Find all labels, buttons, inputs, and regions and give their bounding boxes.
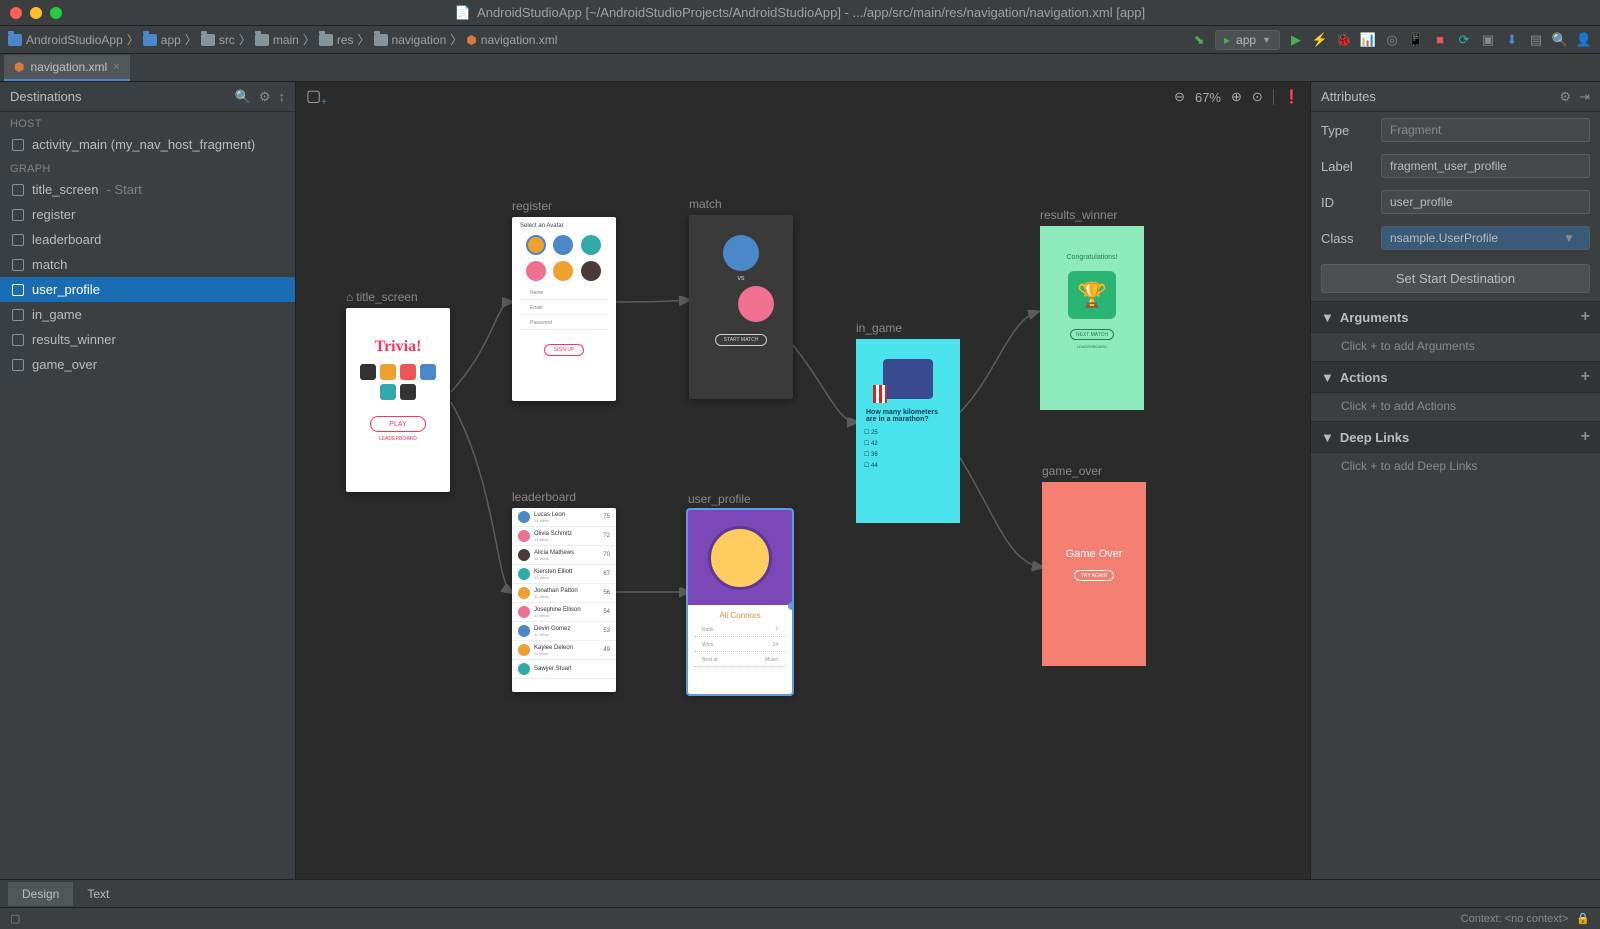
destination-item-results_winner[interactable]: results_winner (0, 327, 295, 352)
class-dropdown[interactable]: nsample.UserProfile▼ (1381, 226, 1590, 250)
deeplinks-section[interactable]: ▼Deep Links+ (1311, 421, 1600, 453)
breadcrumb: AndroidStudioApp〉 app〉 src〉 main〉 res〉 n… (8, 31, 557, 48)
chevron-down-icon: ▼ (1321, 310, 1334, 325)
destination-item-in_game[interactable]: in_game (0, 302, 295, 327)
set-start-destination-button[interactable]: Set Start Destination (1321, 264, 1590, 293)
sort-icon[interactable]: ↕ (279, 89, 286, 105)
stop-icon[interactable]: ■ (1432, 32, 1448, 48)
sync-icon[interactable]: ⟳ (1456, 32, 1472, 48)
run-configuration-dropdown[interactable]: ▸app▼ (1215, 30, 1280, 50)
crumb-main[interactable]: main (255, 33, 299, 47)
type-label: Type (1321, 123, 1371, 138)
chevron-down-icon: ▼ (1321, 370, 1334, 385)
close-tab-icon[interactable]: × (113, 61, 119, 73)
crumb-res[interactable]: res (319, 33, 354, 47)
editor-tabs: ⬢navigation.xml× (0, 54, 1600, 82)
search-destinations-icon[interactable]: 🔍 (235, 89, 251, 105)
attributes-title: Attributes (1321, 89, 1376, 104)
add-destination-icon[interactable]: ▢+ (306, 86, 327, 108)
search-icon[interactable]: 🔍 (1552, 32, 1568, 48)
design-tab[interactable]: Design (8, 882, 73, 906)
destination-item-title_screen[interactable]: title_screen - Start (0, 177, 295, 202)
action-handle[interactable] (788, 602, 792, 610)
destination-item-register[interactable]: register (0, 202, 295, 227)
attach-debugger-icon[interactable]: ◎ (1384, 32, 1400, 48)
navigation-canvas[interactable]: ▢+ ⊖ 67% ⊕ ⊙ ❗ ⌂title_screen (296, 82, 1310, 879)
graph-section-label: GRAPH (0, 157, 295, 177)
crumb-project[interactable]: AndroidStudioApp (8, 33, 123, 47)
avd-manager-icon[interactable]: ▣ (1480, 32, 1496, 48)
node-leaderboard[interactable]: leaderboard Lucas Leon14 Wins75Olivia Sc… (512, 490, 616, 692)
node-register[interactable]: register Select an Avatar Name Email Pas… (512, 199, 616, 401)
zoom-out-icon[interactable]: ⊖ (1174, 89, 1185, 105)
destinations-panel: Destinations 🔍 ⚙ ↕ HOST activity_main (m… (0, 82, 296, 879)
debug-icon[interactable]: 🐞 (1336, 32, 1352, 48)
attributes-collapse-icon[interactable]: ⇥ (1579, 89, 1590, 105)
statusbar: ▢ Context: <no context> 🔒 (0, 907, 1600, 929)
warnings-icon[interactable]: ❗ (1284, 89, 1300, 105)
titlebar: 📄 AndroidStudioApp [~/AndroidStudioProje… (0, 0, 1600, 26)
add-action-icon[interactable]: + (1581, 368, 1590, 386)
editor-view-tabs: Design Text (0, 879, 1600, 907)
profiler-icon[interactable]: 📊 (1360, 32, 1376, 48)
arguments-section[interactable]: ▼Arguments+ (1311, 301, 1600, 333)
zoom-in-icon[interactable]: ⊕ (1231, 89, 1242, 105)
build-icon[interactable]: ⬊ (1191, 32, 1207, 48)
id-field[interactable] (1381, 190, 1590, 214)
type-field: Fragment (1381, 118, 1590, 142)
host-item[interactable]: activity_main (my_nav_host_fragment) (0, 132, 295, 157)
destination-item-user_profile[interactable]: user_profile (0, 277, 295, 302)
zoom-fit-icon[interactable]: ⊙ (1252, 89, 1263, 105)
structure-icon[interactable]: ▤ (1528, 32, 1544, 48)
destinations-title: Destinations (10, 89, 82, 104)
destination-item-match[interactable]: match (0, 252, 295, 277)
tool-window-icon[interactable]: ▢ (10, 912, 20, 925)
window-title: 📄 AndroidStudioApp [~/AndroidStudioProje… (455, 5, 1145, 21)
destination-item-leaderboard[interactable]: leaderboard (0, 227, 295, 252)
label-label: Label (1321, 159, 1371, 174)
add-deeplink-icon[interactable]: + (1581, 428, 1590, 446)
node-title-screen[interactable]: ⌂title_screen Trivia! PLAY LEADERBOARD (346, 290, 450, 492)
chevron-down-icon: ▼ (1321, 430, 1334, 445)
crumb-app[interactable]: app (143, 33, 181, 47)
host-section-label: HOST (0, 112, 295, 132)
run-icon[interactable]: ▶ (1288, 32, 1304, 48)
home-icon: ⌂ (346, 290, 353, 304)
class-label: Class (1321, 231, 1371, 246)
attributes-settings-icon[interactable]: ⚙ (1559, 89, 1571, 105)
close-window-button[interactable] (10, 7, 22, 19)
destination-item-game_over[interactable]: game_over (0, 352, 295, 377)
add-argument-icon[interactable]: + (1581, 308, 1590, 326)
navigation-toolbar: AndroidStudioApp〉 app〉 src〉 main〉 res〉 n… (0, 26, 1600, 54)
id-label: ID (1321, 195, 1371, 210)
node-match[interactable]: match vs START MATCH (689, 197, 793, 399)
avatar-icon[interactable]: 👤 (1576, 32, 1592, 48)
attributes-panel: Attributes ⚙ ⇥ Type Fragment Label ID Cl… (1310, 82, 1600, 879)
crumb-navigation[interactable]: navigation (374, 33, 447, 47)
crumb-src[interactable]: src (201, 33, 235, 47)
crumb-file[interactable]: ⬢ navigation.xml (466, 33, 557, 47)
node-results-winner[interactable]: results_winner Congratulations! NEXT MAT… (1040, 208, 1144, 410)
text-tab[interactable]: Text (73, 882, 123, 906)
node-in-game[interactable]: in_game How many kilometers are in a mar… (856, 321, 960, 523)
file-icon: 📄 (455, 5, 471, 21)
apply-changes-icon[interactable]: ⚡ (1312, 32, 1328, 48)
lock-icon[interactable]: 🔒 (1576, 912, 1590, 925)
maximize-window-button[interactable] (50, 7, 62, 19)
context-label[interactable]: Context: <no context> (1461, 913, 1569, 925)
sdk-manager-icon[interactable]: ⬇ (1504, 32, 1520, 48)
device-icon[interactable]: 📱 (1408, 32, 1424, 48)
tab-navigation-xml[interactable]: ⬢navigation.xml× (4, 55, 130, 81)
actions-section[interactable]: ▼Actions+ (1311, 361, 1600, 393)
node-user-profile[interactable]: user_profile Ali Connors Rank7 Wins14 Be… (688, 492, 792, 694)
minimize-window-button[interactable] (30, 7, 42, 19)
zoom-level: 67% (1195, 90, 1221, 105)
node-game-over[interactable]: game_over Game Over TRY AGAIN (1042, 464, 1146, 666)
label-field[interactable] (1381, 154, 1590, 178)
settings-icon[interactable]: ⚙ (259, 89, 271, 105)
